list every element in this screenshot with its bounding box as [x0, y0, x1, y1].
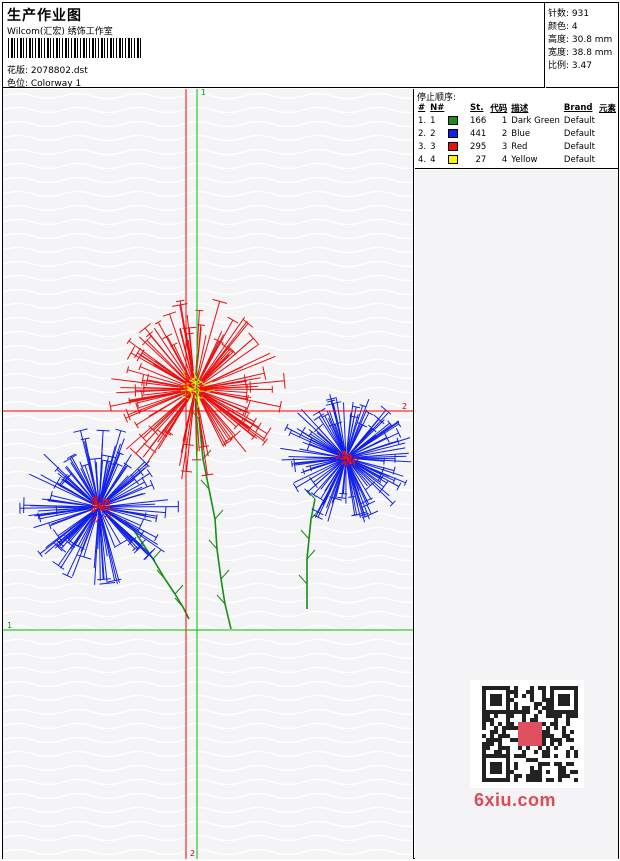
row-needle: 1 [430, 115, 436, 126]
table-row: 1. 1 166 1 Dark Green Default [416, 114, 618, 127]
stop-sequence-panel: 停止顺序: # N# St. 代码 描述 Brand 元素 1. 1 166 1 Dar… [415, 89, 618, 169]
row-needle: 4 [430, 154, 436, 165]
guide-label-h-red: 2 [402, 402, 407, 411]
site-watermark: 6xiu.com [474, 790, 557, 810]
col-element-header: 元素 [598, 104, 616, 114]
guide-label-v-red: 2 [190, 849, 195, 858]
design-width: 宽度: 38.8 mm [548, 48, 613, 58]
col-brand-header: Brand [563, 103, 593, 113]
guide-label-v-green: 1 [201, 89, 206, 97]
color-swatch [448, 141, 459, 151]
col-code-header: 代码 [490, 104, 508, 114]
design-scale: 比例: 3.47 [548, 61, 592, 71]
row-brand: Default [563, 154, 595, 165]
row-index: 1. [418, 115, 427, 126]
design-file-label: 花版: 2078802.dst [7, 66, 88, 76]
row-stitches: 295 [470, 141, 487, 152]
stitch-count: 针数: 931 [548, 9, 590, 19]
page-title: 生产作业图 [7, 8, 82, 24]
row-index: 3. [418, 141, 427, 152]
barcode-image [8, 38, 143, 58]
row-color-swatch [446, 114, 468, 127]
row-code: 1 [501, 115, 508, 126]
row-code: 3 [501, 141, 508, 152]
col-stitches-header: St. [470, 103, 484, 113]
row-description: Yellow [511, 154, 538, 165]
guide-label-h-green: 1 [7, 621, 12, 630]
qr-code-image [470, 680, 584, 788]
row-code: 4 [501, 154, 508, 165]
row-color-swatch [446, 153, 468, 166]
row-stitches: 27 [475, 154, 487, 165]
color-swatch [448, 115, 459, 125]
col-desc-header: 描述 [511, 104, 529, 114]
row-color-swatch [446, 127, 468, 140]
row-brand: Default [563, 141, 595, 152]
row-needle: 2 [430, 128, 436, 139]
row-description: Red [511, 141, 528, 152]
row-brand: Default [563, 115, 595, 126]
row-color-swatch [446, 140, 468, 153]
row-index: 2. [418, 128, 427, 139]
row-brand: Default [563, 128, 595, 139]
row-description: Blue [511, 128, 531, 139]
table-row: 2. 2 441 2 Blue Default [416, 127, 618, 140]
col-index-header: # [418, 103, 426, 113]
row-code: 2 [501, 128, 508, 139]
color-swatch [448, 154, 459, 164]
header-panel: 生产作业图 Wilcom(汇宏) 绣饰工作室 花版: 2078802.dst 色… [3, 3, 545, 89]
design-canvas[interactable]: 1 2 2 1 [3, 89, 414, 859]
row-stitches: 166 [470, 115, 487, 126]
color-count: 颜色: 4 [548, 22, 578, 32]
row-needle: 3 [430, 141, 436, 152]
row-stitches: 441 [470, 128, 487, 139]
vendor-label: Wilcom(汇宏) 绣饰工作室 [7, 27, 113, 37]
stop-sequence-table: # N# St. 代码 描述 Brand 元素 1. 1 166 1 Dark Gree… [416, 102, 618, 166]
row-index: 4. [418, 154, 427, 165]
color-swatch [448, 128, 459, 138]
table-header-row: # N# St. 代码 描述 Brand 元素 [416, 102, 618, 114]
stats-panel: 针数: 931 颜色: 4 高度: 30.8 mm 宽度: 38.8 mm 比例… [546, 3, 618, 88]
table-row: 4. 4 27 4 Yellow Default [416, 153, 618, 166]
col-needle-header: N# [430, 103, 445, 113]
embroidery-artwork: 1 2 2 1 [3, 89, 413, 859]
colorway-label: 色位: Colorway 1 [7, 79, 82, 89]
table-row: 3. 3 295 3 Red Default [416, 140, 618, 153]
row-description: Dark Green [511, 115, 560, 126]
design-height: 高度: 30.8 mm [548, 35, 613, 45]
